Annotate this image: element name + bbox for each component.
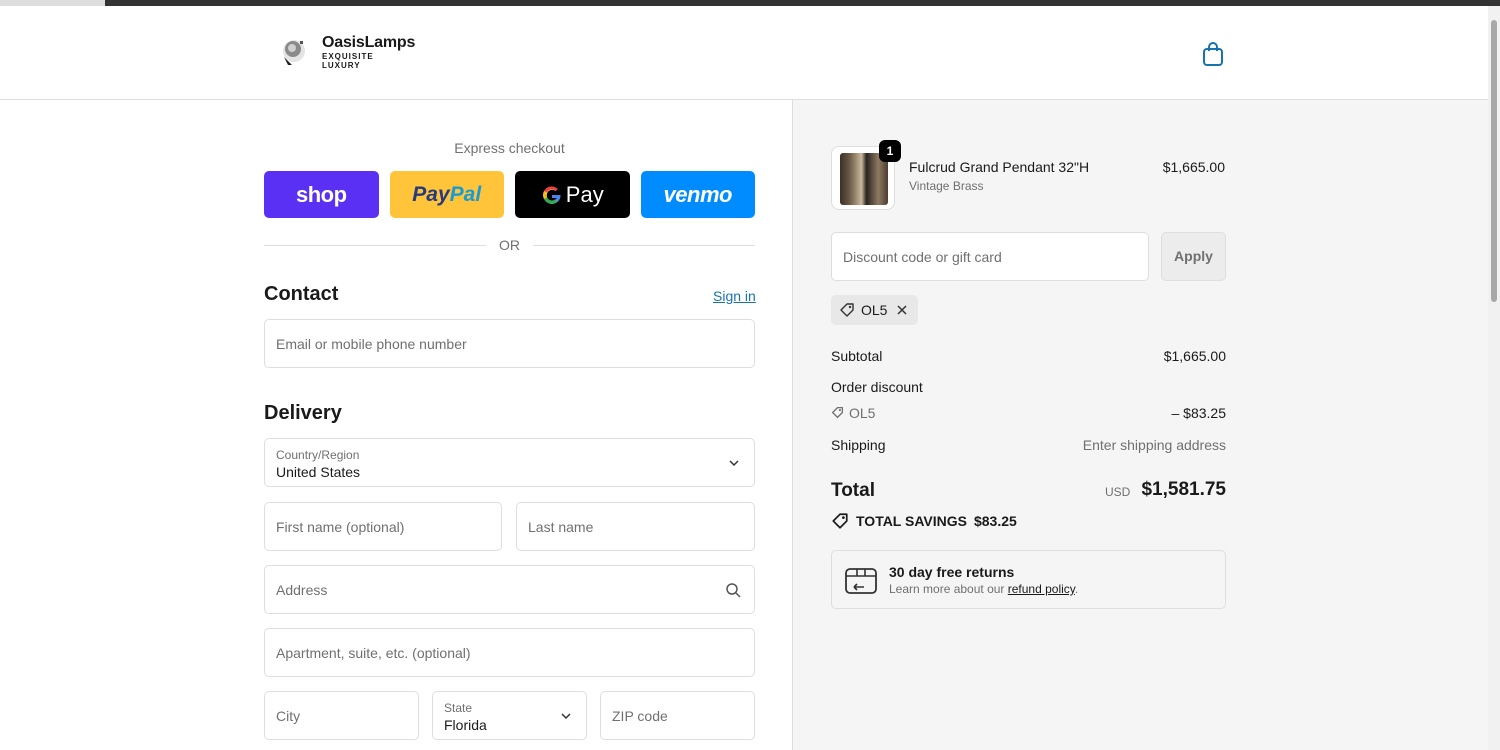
returns-banner: 30 day free returns Learn more about our… [831,550,1226,609]
order-discount-row: Order discount [831,379,1226,395]
country-value: United States [276,464,361,480]
total-value: $1,581.75 [1141,479,1226,500]
subtotal-value: $1,665.00 [1163,348,1226,364]
country-select[interactable]: Country/Region United States [264,438,755,487]
discount-code-input[interactable]: Discount code or gift card [831,232,1149,281]
first-name-field[interactable]: First name (optional) [264,502,502,551]
shipping-label: Shipping [831,437,886,453]
chevron-down-icon [729,460,739,467]
discount-amount: – $83.25 [1171,405,1227,421]
scrollbar-thumb[interactable] [1491,20,1497,302]
shop-pay-button[interactable]: shop [264,171,379,218]
store-logo[interactable]: OasisLamps EXQUISITE LUXURY [278,34,415,70]
total-label: Total [831,480,875,501]
zip-placeholder: ZIP code [612,708,668,724]
returns-text: Learn more about our refund policy. [889,582,1078,596]
state-value: Florida [444,717,487,733]
email-field[interactable]: Email or mobile phone number [264,319,755,368]
product-variant: Vintage Brass [909,179,984,193]
discount-placeholder: Discount code or gift card [843,249,1002,265]
site-header: OasisLamps EXQUISITE LUXURY [0,6,1488,100]
remove-discount-icon[interactable] [896,304,908,316]
applied-code: OL5 [861,302,888,318]
city-placeholder: City [276,708,301,724]
email-placeholder: Email or mobile phone number [276,336,467,352]
logo-text: OasisLamps EXQUISITE LUXURY [322,34,415,70]
venmo-label: venmo [663,181,733,207]
search-icon [726,583,741,598]
chevron-down-icon [561,713,571,720]
zip-field[interactable]: ZIP code [600,691,755,740]
page-scrollbar[interactable] [1488,6,1500,750]
savings-amount: $83.25 [973,513,1017,529]
tag-icon [840,303,854,317]
contact-heading: Contact [264,283,339,305]
shipping-row: Shipping Enter shipping address [831,437,1226,453]
order-discount-label: Order discount [831,379,923,395]
quantity-badge: 1 [879,140,901,162]
google-pay-label: Pay [565,181,604,207]
applied-discount-chip: OL5 [831,295,918,325]
paypal-label-pal: Pal [449,182,482,206]
subtotal-row: Subtotal $1,665.00 [831,348,1226,364]
discount-code-row: OL5 – $83.25 [831,405,1226,421]
paypal-label-pay: Pay [412,182,450,206]
checkout-form: Express checkout shop Pay Pal Pay venmo O… [0,100,792,750]
city-field[interactable]: City [264,691,419,740]
venmo-button[interactable]: venmo [640,171,755,218]
apply-discount-button[interactable]: Apply [1161,232,1226,281]
brand-tagline-2: LUXURY [322,61,361,70]
product-name: Fulcrud Grand Pendant 32"H [909,159,1090,175]
last-name-field[interactable]: Last name [516,502,755,551]
state-label: State [444,701,473,715]
package-return-icon [845,568,877,594]
first-name-placeholder: First name (optional) [276,519,405,535]
or-divider: OR [264,237,755,255]
total-savings: TOTAL SAVINGS $83.25 [831,512,1017,530]
divider-line-right [533,245,755,246]
lamp-logo-icon [278,35,312,69]
last-name-placeholder: Last name [528,519,594,535]
apartment-placeholder: Apartment, suite, etc. (optional) [276,645,471,661]
google-g-icon [542,185,561,204]
tag-icon [831,406,844,419]
savings-label: TOTAL SAVINGS [856,513,967,529]
address-placeholder: Address [276,582,328,598]
subtotal-label: Subtotal [831,348,883,364]
returns-title: 30 day free returns [889,564,1015,580]
brand-tagline-1: EXQUISITE [322,52,374,61]
discount-code-label: OL5 [849,405,876,421]
product-price: $1,665.00 [1162,159,1225,175]
express-payment-buttons: shop Pay Pal Pay venmo [264,171,755,218]
address-field[interactable]: Address [264,565,755,614]
total-currency: USD [1105,485,1131,499]
brand-name: OasisLamps [322,34,416,51]
shop-pay-label: shop [295,181,347,207]
state-select[interactable]: State Florida [432,691,587,740]
returns-text-lead: Learn more about our [889,582,1008,596]
sign-in-link[interactable]: Sign in [713,288,756,304]
refund-policy-link[interactable]: refund policy [1008,582,1075,596]
delivery-heading: Delivery [264,402,342,424]
google-pay-button[interactable]: Pay [515,171,630,218]
express-checkout-title: Express checkout [454,140,565,156]
paypal-button[interactable]: Pay Pal [389,171,504,218]
order-summary: 1 Fulcrud Grand Pendant 32"H Vintage Bra… [792,100,1488,750]
tag-icon [832,513,848,529]
returns-text-end: . [1074,582,1079,596]
cart-bag-icon[interactable] [1200,40,1226,68]
country-label: Country/Region [276,448,360,462]
shipping-value: Enter shipping address [1082,437,1226,453]
apartment-field[interactable]: Apartment, suite, etc. (optional) [264,628,755,677]
